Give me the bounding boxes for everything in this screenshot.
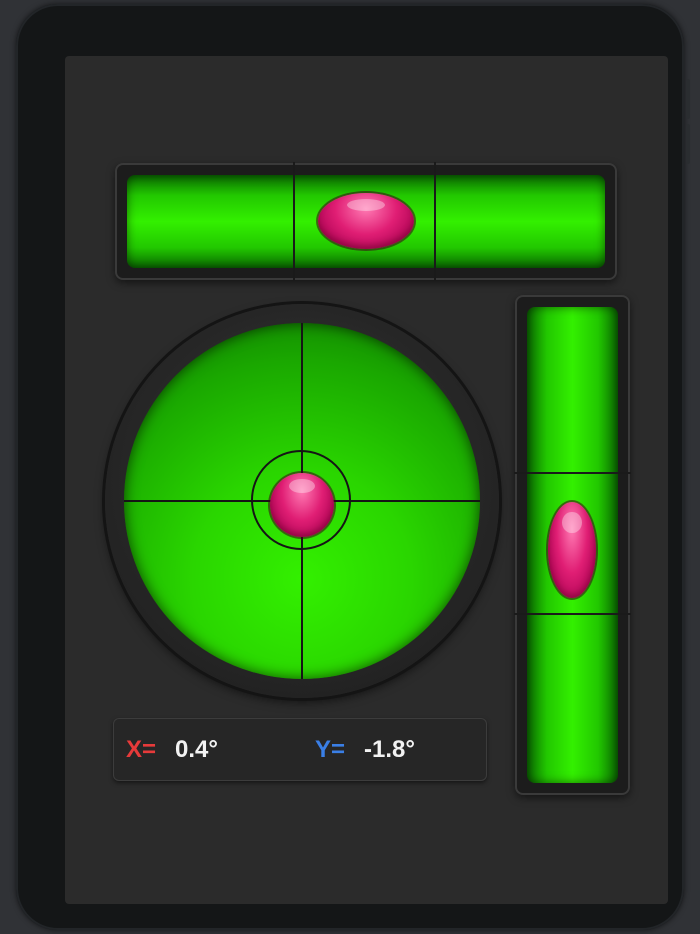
horizontal-level — [115, 162, 617, 281]
vertical-center-mark-top — [514, 472, 631, 474]
horizontal-center-mark-right — [434, 162, 436, 281]
x-value: 0.4° — [175, 736, 218, 763]
circular-vial — [124, 323, 480, 679]
vertical-vial — [514, 307, 631, 783]
vertical-level — [514, 295, 631, 795]
circular-level — [105, 304, 499, 698]
angle-readout: X= 0.4° Y= -1.8° — [113, 718, 487, 781]
vertical-center-mark-bottom — [514, 613, 631, 615]
volume-button — [686, 79, 690, 119]
vertical-bubble — [548, 502, 596, 598]
power-button — [686, 124, 690, 164]
horizontal-bubble — [318, 193, 414, 249]
device-frame: X= 0.4° Y= -1.8° — [16, 4, 690, 930]
x-label: X= — [126, 736, 157, 763]
circular-bubble — [270, 473, 334, 537]
y-value: -1.8° — [364, 736, 415, 763]
level-screen: X= 0.4° Y= -1.8° — [65, 56, 668, 904]
y-label: Y= — [315, 736, 346, 763]
horizontal-vial — [127, 162, 605, 281]
horizontal-center-mark-left — [293, 162, 295, 281]
